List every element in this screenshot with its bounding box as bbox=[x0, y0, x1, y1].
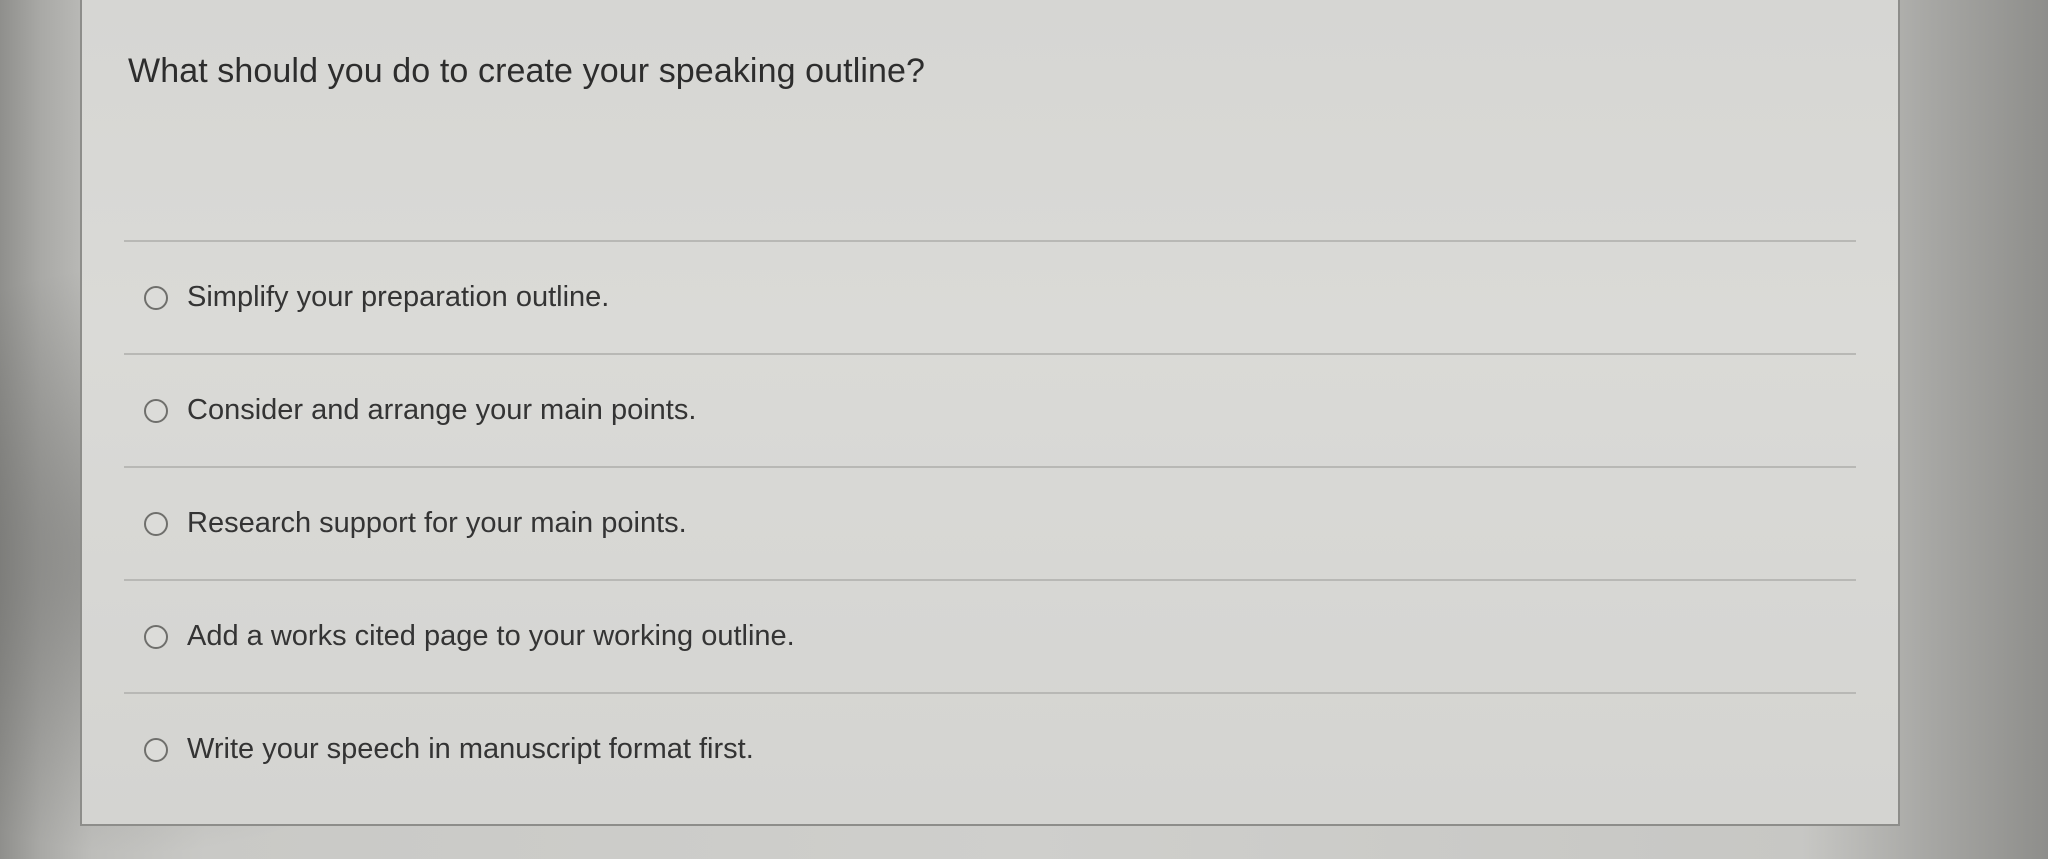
option-label: Consider and arrange your main points. bbox=[187, 394, 697, 426]
option-works-cited[interactable]: Add a works cited page to your working o… bbox=[124, 581, 1856, 692]
option-manuscript[interactable]: Write your speech in manuscript format f… bbox=[124, 694, 1856, 805]
answer-options: Simplify your preparation outline. Consi… bbox=[124, 240, 1856, 805]
option-research[interactable]: Research support for your main points. bbox=[124, 468, 1856, 579]
option-simplify[interactable]: Simplify your preparation outline. bbox=[124, 242, 1856, 353]
radio-button[interactable] bbox=[144, 285, 168, 310]
radio-button[interactable] bbox=[144, 624, 168, 649]
question-text: What should you do to create your speaki… bbox=[128, 52, 926, 90]
option-label: Simplify your preparation outline. bbox=[187, 281, 610, 313]
radio-button[interactable] bbox=[144, 737, 168, 762]
option-label: Add a works cited page to your working o… bbox=[187, 620, 795, 652]
option-label: Research support for your main points. bbox=[187, 507, 687, 539]
option-label: Write your speech in manuscript format f… bbox=[187, 733, 754, 765]
option-consider[interactable]: Consider and arrange your main points. bbox=[124, 355, 1856, 466]
radio-button[interactable] bbox=[144, 511, 168, 536]
radio-button[interactable] bbox=[144, 398, 168, 423]
